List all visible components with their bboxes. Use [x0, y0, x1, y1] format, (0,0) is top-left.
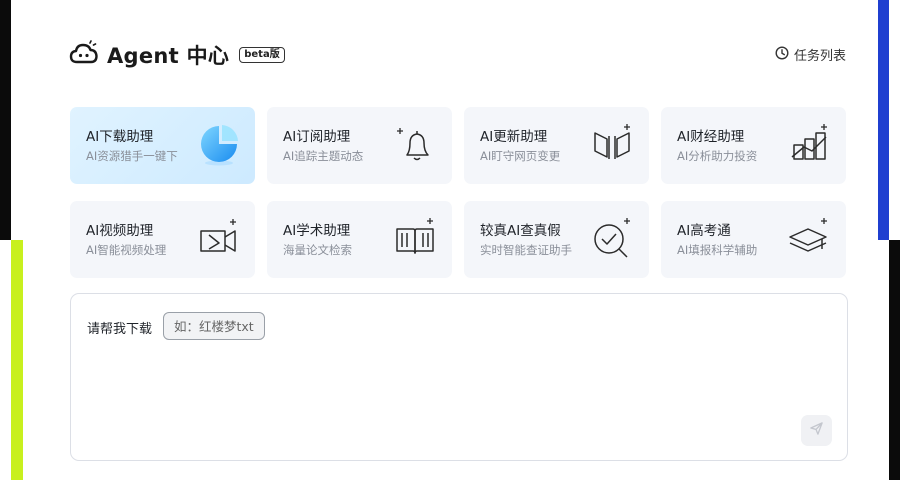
card-academic-assistant[interactable]: AI学术助理 海量论文检索: [267, 201, 452, 278]
card-subtitle: AI追踪主题动态: [283, 149, 364, 163]
card-title: 较真AI查真假: [480, 223, 561, 239]
card-subtitle: AI智能视频处理: [86, 243, 167, 257]
card-subtitle: AI资源猎手一键下: [86, 149, 178, 163]
left-decor-bar-lime: [11, 240, 23, 480]
card-gaokao[interactable]: AI高考通 AI填报科学辅助: [661, 201, 846, 278]
send-icon: [809, 421, 824, 440]
download-sphere-icon: [195, 121, 241, 167]
graduation-cap-icon: [786, 215, 832, 261]
card-finance-assistant[interactable]: AI财经助理 AI分析助力投资: [661, 107, 846, 184]
card-download-assistant[interactable]: AI下载助理 AI资源猎手一键下: [70, 107, 255, 184]
beta-badge: beta版: [239, 47, 285, 63]
card-subscribe-assistant[interactable]: AI订阅助理 AI追踪主题动态: [267, 107, 452, 184]
page-title: Agent 中心: [107, 44, 230, 68]
agent-center-panel: Agent 中心 beta版 任务列表 AI下载助理 AI资源猎手一键下 AI订…: [23, 0, 878, 480]
video-icon: [195, 215, 241, 261]
card-title: AI订阅助理: [283, 129, 351, 145]
card-subtitle: 实时智能查证助手: [480, 243, 572, 257]
card-title: AI高考通: [677, 223, 731, 239]
right-decor-bar-black: [889, 240, 900, 480]
card-fact-check[interactable]: 较真AI查真假 实时智能查证助手: [464, 201, 649, 278]
task-list-link[interactable]: 任务列表: [775, 45, 846, 64]
task-list-label: 任务列表: [793, 49, 846, 64]
prompt-label: 请帮我下载: [87, 322, 153, 337]
book-icon: [392, 215, 438, 261]
card-update-assistant[interactable]: AI更新助理 AI盯守网页变更: [464, 107, 649, 184]
card-title: AI视频助理: [86, 223, 154, 239]
card-title: AI学术助理: [283, 223, 351, 239]
card-title: AI财经助理: [677, 129, 745, 145]
card-title: AI更新助理: [480, 129, 548, 145]
card-video-assistant[interactable]: AI视频助理 AI智能视频处理: [70, 201, 255, 278]
left-decor-bar-black: [0, 0, 11, 240]
cloud-logo-icon: [69, 40, 99, 70]
suggestion-chip[interactable]: 如：红楼梦txt: [163, 312, 265, 340]
right-decor-bar-blue: [878, 0, 889, 240]
card-subtitle: AI盯守网页变更: [480, 149, 561, 163]
download-prompt-input[interactable]: 请帮我下载 如：红楼梦txt: [70, 293, 848, 461]
logo: Agent 中心 beta版: [69, 40, 285, 70]
header: Agent 中心 beta版 任务列表: [69, 38, 850, 72]
update-icon: [589, 121, 635, 167]
card-subtitle: 海量论文检索: [283, 243, 352, 257]
clock-icon: [775, 45, 794, 64]
card-subtitle: AI分析助力投资: [677, 149, 758, 163]
card-subtitle: AI填报科学辅助: [677, 243, 758, 257]
send-button[interactable]: [801, 415, 832, 446]
verify-magnifier-icon: [589, 215, 635, 261]
bell-icon: [392, 121, 438, 167]
card-title: AI下载助理: [86, 129, 154, 145]
finance-chart-icon: [786, 121, 832, 167]
